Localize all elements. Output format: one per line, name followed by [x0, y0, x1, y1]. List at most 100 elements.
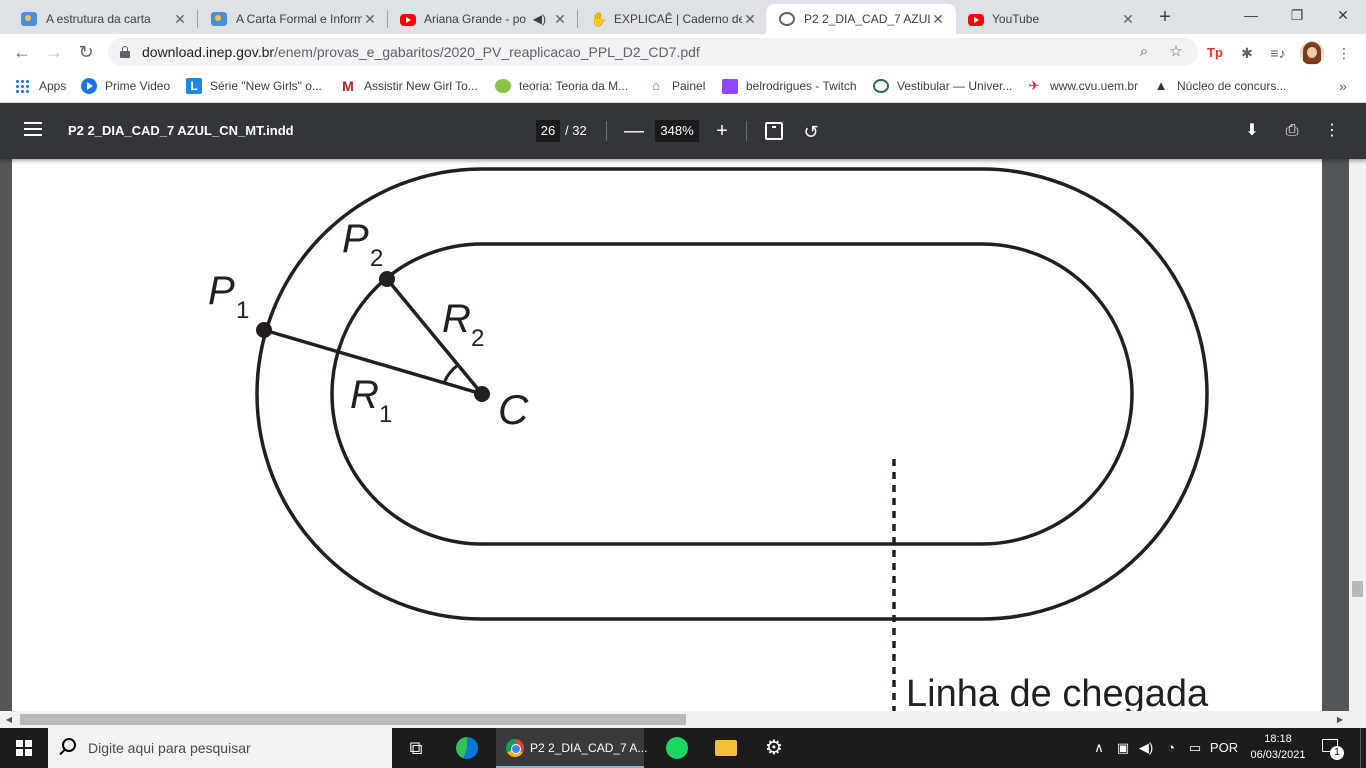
zoom-in-button[interactable]: +: [710, 119, 734, 143]
vertical-scrollbar-thumb[interactable]: [1352, 581, 1363, 597]
close-icon[interactable]: ✕: [362, 11, 378, 27]
profile-avatar[interactable]: [1300, 41, 1324, 65]
media-control-icon[interactable]: ≡♪: [1267, 42, 1289, 64]
tab-title: EXPLICAÊ | Caderno de: [614, 12, 742, 26]
tab-title: YouTube: [992, 12, 1040, 26]
tab-ariana-grande[interactable]: Ariana Grande - po ◀) ✕: [388, 4, 578, 34]
vertical-scrollbar[interactable]: [1349, 159, 1366, 711]
tab-title: A Carta Formal e Inform: [236, 12, 362, 26]
more-options-icon[interactable]: ⋮: [1320, 119, 1344, 143]
bookmark-label: www.cvu.uem.br: [1050, 79, 1139, 93]
bookmark-apps[interactable]: Apps: [14, 76, 66, 96]
print-icon[interactable]: ⎙: [1280, 119, 1304, 143]
url-text[interactable]: download.inep.gov.br/enem/provas_e_gabar…: [142, 44, 700, 60]
bookmarks-overflow-button[interactable]: »: [1334, 76, 1352, 96]
bookmark-painel[interactable]: ⌂ Painel: [648, 76, 705, 96]
letter-l-icon: L: [186, 78, 202, 94]
bookmark-teoria[interactable]: teoria: Teoria da M...: [494, 76, 628, 96]
bookmark-nucleo-concursos[interactable]: ▲ Núcleo de concurs...: [1153, 76, 1287, 96]
horizontal-scrollbar-thumb[interactable]: [20, 714, 686, 725]
search-placeholder: Digite aqui para pesquisar: [88, 740, 251, 756]
scroll-left-arrow-icon[interactable]: ◀: [2, 713, 16, 726]
radius-r2-subscript: 2: [471, 325, 485, 352]
scroll-right-arrow-icon[interactable]: ▶: [1333, 713, 1347, 726]
rotate-icon[interactable]: ↺: [800, 121, 822, 143]
ring-icon: [873, 79, 889, 93]
security-tray-icon[interactable]: ▣: [1112, 728, 1134, 768]
page-number-input[interactable]: 26: [536, 120, 560, 142]
address-bar[interactable]: download.inep.gov.br/enem/provas_e_gabar…: [108, 38, 1198, 66]
bookmark-new-girls[interactable]: L Série "New Girls" o...: [186, 76, 322, 96]
zoom-magnifier-icon[interactable]: ⌕: [1134, 42, 1154, 62]
clock-date[interactable]: 06/03/2021: [1246, 749, 1310, 761]
close-icon[interactable]: ✕: [552, 11, 568, 27]
close-icon[interactable]: ✕: [172, 11, 188, 27]
battery-icon[interactable]: ▭: [1184, 728, 1206, 768]
bookmark-twitch[interactable]: belrodrigues - Twitch: [721, 76, 857, 96]
spotify-icon[interactable]: [653, 728, 701, 768]
tab-pdf-active[interactable]: P2 2_DIA_CAD_7 AZUL ✕: [766, 4, 956, 34]
lock-icon[interactable]: [120, 46, 130, 58]
tray-overflow-icon[interactable]: ∧: [1090, 728, 1108, 768]
bookmark-vestibular[interactable]: Vestibular — Univer...: [872, 76, 1012, 96]
reload-button[interactable]: ↻: [72, 38, 100, 66]
close-window-button[interactable]: ✕: [1320, 0, 1366, 30]
taskbar-chrome-window[interactable]: P2 2_DIA_CAD_7 A...: [496, 728, 647, 768]
language-indicator[interactable]: POR: [1208, 728, 1240, 768]
chrome-icon: [506, 739, 524, 757]
edge-browser-icon[interactable]: [443, 728, 491, 768]
radius-r2-label: R: [442, 297, 471, 341]
speaker-icon[interactable]: ◀): [533, 12, 546, 26]
extension-tp-icon[interactable]: Tp: [1204, 42, 1226, 64]
back-button[interactable]: ←: [8, 38, 36, 66]
forward-button[interactable]: →: [40, 38, 68, 66]
bookmark-assistir-new-girl[interactable]: M Assistir New Girl To...: [340, 76, 478, 96]
tab-strip: A estrutura da carta ✕ A Carta Formal e …: [0, 0, 1366, 34]
bookmarks-bar: Apps Prime Video L Série "New Girls" o..…: [0, 70, 1366, 103]
volume-icon[interactable]: ◀): [1136, 728, 1156, 768]
settings-gear-icon[interactable]: ⚙: [750, 728, 798, 768]
show-desktop-button[interactable]: [1360, 728, 1366, 768]
chrome-menu-icon[interactable]: ⋮: [1333, 42, 1355, 64]
tab-title: Ariana Grande - po: [424, 12, 527, 26]
tab-carta-formal[interactable]: A Carta Formal e Inform ✕: [198, 4, 388, 34]
extensions-puzzle-icon[interactable]: ✱: [1236, 42, 1258, 64]
windows-logo-icon: [16, 740, 32, 756]
pdf-viewport[interactable]: P 1 P 2 R 2 R 1 C Linha de chegada: [0, 159, 1366, 711]
notification-center-icon[interactable]: 1: [1318, 736, 1344, 760]
minimize-button[interactable]: —: [1228, 0, 1274, 30]
zoom-level-input[interactable]: 348%: [655, 120, 699, 142]
close-icon[interactable]: ✕: [742, 11, 758, 27]
file-explorer-icon[interactable]: [702, 728, 750, 768]
close-icon[interactable]: ✕: [930, 11, 946, 27]
house-icon: ⌂: [652, 78, 660, 93]
bookmark-label: Prime Video: [105, 79, 171, 93]
finish-line-label: Linha de chegada: [906, 673, 1209, 711]
start-button[interactable]: [0, 728, 48, 768]
page-total: / 32: [565, 123, 587, 138]
new-tab-button[interactable]: +: [1154, 6, 1176, 28]
bookmark-cvu-uem[interactable]: ✈ www.cvu.uem.br: [1026, 76, 1138, 96]
bookmark-label: Vestibular — Univer...: [897, 79, 1013, 93]
bookmark-prime-video[interactable]: Prime Video: [81, 76, 170, 96]
point-p2-dot: [379, 271, 395, 287]
restore-button[interactable]: ❐: [1274, 0, 1320, 30]
close-icon[interactable]: ✕: [1120, 11, 1136, 27]
bookmark-star-icon[interactable]: ☆: [1166, 42, 1186, 62]
clock-time[interactable]: 18:18: [1246, 733, 1310, 745]
zoom-out-button[interactable]: —: [622, 119, 646, 143]
horizontal-scrollbar[interactable]: ◀ ▶: [0, 711, 1366, 728]
tab-title: A estrutura da carta: [46, 12, 151, 26]
browser-toolbar: ← → ↻ download.inep.gov.br/enem/provas_e…: [0, 34, 1366, 70]
taskbar-search-box[interactable]: Digite aqui para pesquisar: [48, 728, 392, 768]
tab-youtube[interactable]: YouTube ✕: [956, 4, 1146, 34]
tab-estrutura-carta[interactable]: A estrutura da carta ✕: [8, 4, 198, 34]
point-p1-dot: [256, 322, 272, 338]
tab-explicae[interactable]: ✋ EXPLICAÊ | Caderno de ✕: [578, 4, 768, 34]
uem-icon: ✈: [1028, 78, 1040, 93]
download-icon[interactable]: ⬇: [1240, 119, 1264, 143]
menu-icon[interactable]: [24, 122, 42, 140]
fit-to-page-icon[interactable]: [765, 122, 783, 140]
task-view-icon[interactable]: ⧉: [392, 728, 440, 768]
network-icon[interactable]: ◔: [1160, 728, 1182, 768]
